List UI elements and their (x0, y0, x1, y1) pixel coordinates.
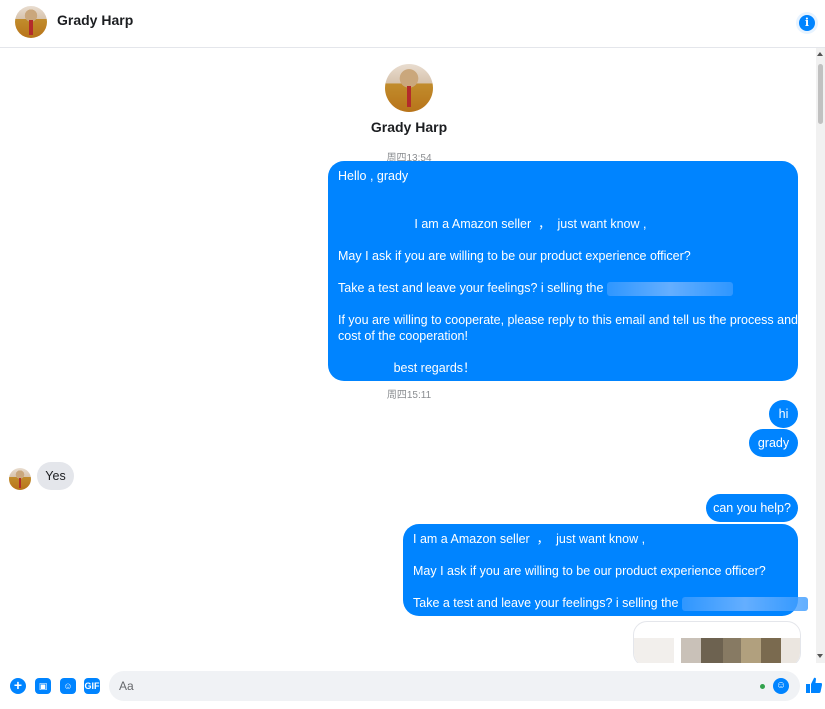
message-bubble-outgoing[interactable]: I am a Amazon seller ， just want know , … (403, 524, 808, 616)
message-text: grady (757, 436, 790, 450)
info-icon: i (799, 15, 815, 31)
message-text (338, 200, 788, 216)
message-text: Take a test and leave your feelings? i s… (338, 281, 607, 295)
profile-avatar (385, 64, 433, 112)
message-text: Hello , grady (338, 169, 409, 183)
message-bubble-outgoing[interactable]: can you help? (706, 494, 798, 522)
message-text: Take a test and leave your feelings? i s… (413, 596, 682, 610)
message-line-with-redaction: Take a test and leave your feelings? i s… (413, 595, 808, 611)
message-bubble-outgoing[interactable]: Hello , grady I am a Amazon seller ， jus… (328, 161, 798, 381)
sticker-icon[interactable]: ☺ (60, 678, 76, 694)
message-text: hi (778, 407, 789, 421)
message-bubble-incoming[interactable]: Yes (37, 462, 74, 490)
message-input-placeholder: Aa (119, 679, 134, 693)
pixelated-image (741, 638, 761, 663)
message-text (338, 232, 788, 248)
scroll-down-arrow-icon[interactable] (817, 654, 823, 658)
message-bubble-outgoing[interactable]: hi (769, 400, 798, 428)
pixelated-image (681, 638, 701, 663)
profile-name: Grady Harp (370, 119, 448, 135)
message-line-with-redaction: Take a test and leave your feelings? i s… (338, 280, 788, 296)
message-text: cost of the cooperation! (338, 329, 468, 343)
message-text (338, 296, 788, 312)
emoji-icon[interactable]: ☺ (773, 678, 789, 694)
pixelated-image (781, 638, 800, 663)
gif-icon[interactable]: GIF (84, 678, 100, 694)
message-text: Yes (45, 469, 66, 483)
contact-avatar-small (9, 468, 31, 490)
redacted-text (606, 281, 733, 296)
conversation-header: Grady Harp i (0, 0, 825, 48)
message-text: I am a Amazon seller ， just want know , (413, 532, 646, 546)
thread-scrollbar[interactable] (816, 48, 825, 663)
info-button[interactable]: i (796, 12, 818, 34)
message-text (413, 547, 788, 563)
message-text (413, 579, 788, 595)
message-text (338, 344, 788, 360)
message-thread[interactable]: Grady Harp 周四13:54 Hello , grady I am a … (0, 48, 816, 663)
message-text: May I ask if you are willing to be our p… (338, 249, 691, 263)
status-dot (760, 684, 765, 689)
message-text: best regards！ (338, 361, 476, 375)
pixelated-image (723, 638, 741, 663)
image-icon[interactable]: ▣ (35, 678, 51, 694)
timestamp: 周四15:11 (386, 390, 432, 401)
contact-avatar[interactable] (15, 6, 47, 38)
message-text (338, 264, 788, 280)
message-bubble-outgoing[interactable]: grady (749, 429, 798, 457)
message-text (338, 184, 788, 200)
message-text: May I ask if you are willing to be our p… (413, 564, 766, 578)
scroll-thumb[interactable] (818, 64, 823, 124)
link-preview-card[interactable] (633, 621, 801, 663)
pixelated-image (701, 638, 723, 663)
pixelated-image (634, 638, 674, 663)
message-text: I am a Amazon seller ， just want know , (338, 217, 647, 231)
pixelated-image (761, 638, 781, 663)
message-composer: + ▣ ☺ GIF Aa ☺ (0, 663, 825, 709)
contact-name[interactable]: Grady Harp (57, 12, 133, 28)
redacted-text (681, 596, 808, 611)
scroll-up-arrow-icon[interactable] (817, 52, 823, 56)
plus-icon[interactable]: + (10, 678, 26, 694)
message-text: can you help? (713, 501, 791, 515)
message-input[interactable]: Aa ☺ (109, 671, 800, 701)
thumbs-up-icon[interactable] (806, 677, 822, 693)
message-text: If you are willing to cooperate, please … (338, 313, 798, 327)
